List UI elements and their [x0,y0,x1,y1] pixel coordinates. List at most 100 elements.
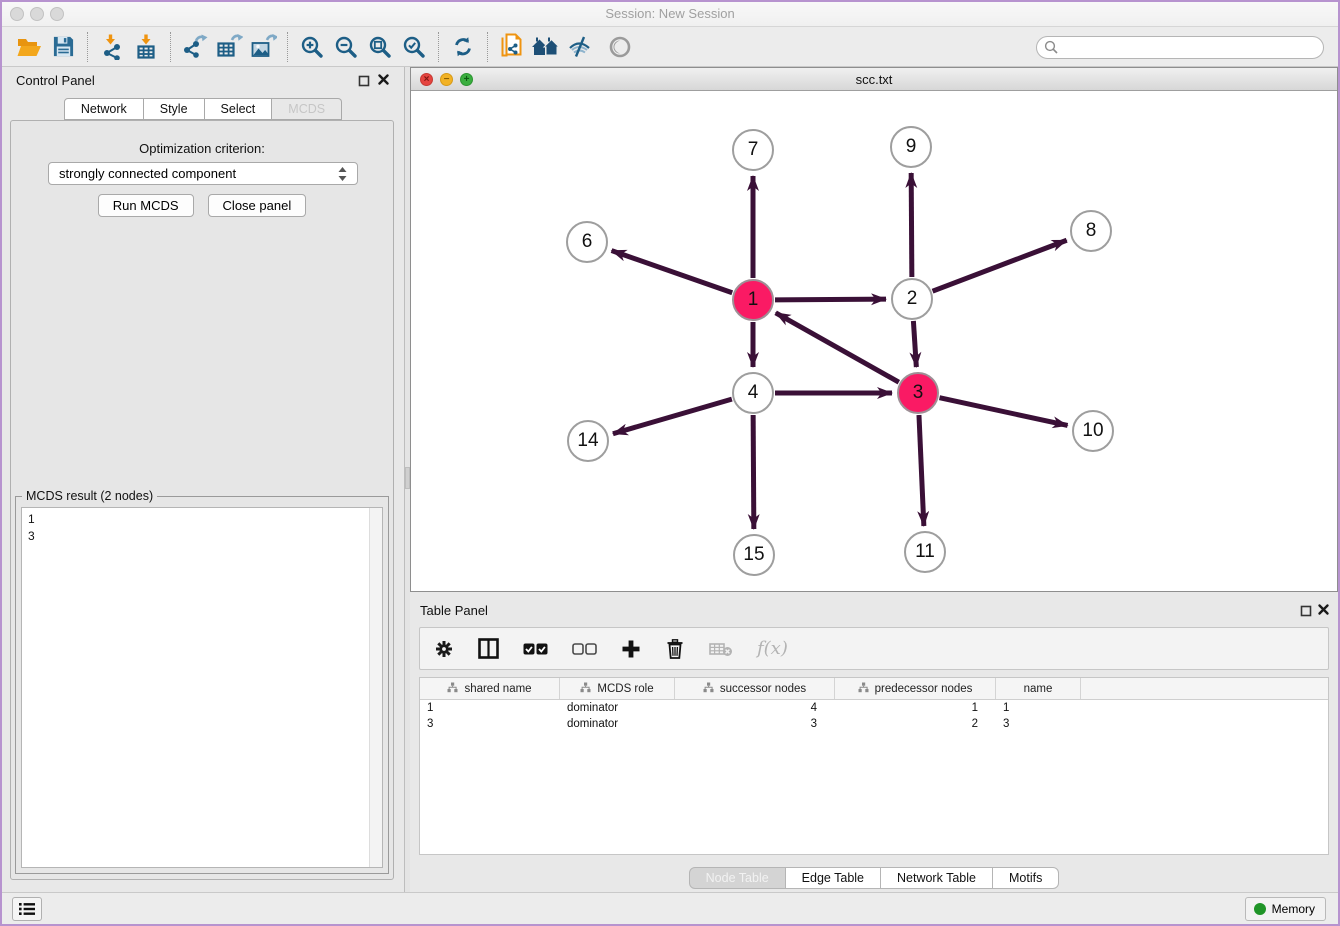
table-options-button[interactable] [434,639,454,659]
table-cell[interactable]: 2 [835,716,996,732]
graph-node-7[interactable]: 7 [732,129,774,171]
import-network-button[interactable] [95,31,129,63]
graph-edge-4-14[interactable] [613,399,732,434]
float-table-panel-icon[interactable] [1300,604,1312,616]
table-cell[interactable]: 3 [675,716,835,732]
import-network-icon [100,34,125,60]
graph-node-11[interactable]: 11 [904,531,946,573]
network-canvas[interactable]: 7 9 6 8 1 2 4 3 14 10 15 11 [411,91,1337,591]
zoom-in-button[interactable] [295,31,329,63]
import-table-button[interactable] [129,31,163,63]
control-tab-select[interactable]: Select [205,98,273,120]
control-panel-header: Control Panel [2,67,404,93]
table-cell[interactable]: 3 [420,716,560,732]
graph-node-1[interactable]: 1 [732,279,774,321]
table-cell[interactable]: 4 [675,700,835,716]
table-tab-node-table[interactable]: Node Table [689,867,786,889]
column-header-shared-name[interactable]: shared name [420,678,560,699]
table-row[interactable]: 3dominator323 [420,716,1328,732]
search-input[interactable] [1036,36,1324,59]
table-tab-motifs[interactable]: Motifs [993,867,1059,889]
search-icon [1044,40,1059,55]
memory-button[interactable]: Memory [1245,897,1326,921]
table-cell[interactable]: 1 [420,700,560,716]
show-columns-button[interactable] [478,638,499,659]
duplicate-network-button[interactable] [495,31,529,63]
zoom-selected-button[interactable] [397,31,431,63]
column-header-predecessor-nodes[interactable]: predecessor nodes [835,678,996,699]
add-row-button[interactable] [621,639,641,659]
table-row[interactable]: 1dominator411 [420,700,1328,716]
control-panel-title: Control Panel [16,73,95,88]
hide-panels-button[interactable] [563,31,597,63]
function-builder-button[interactable]: f(x) [757,638,788,659]
run-mcds-button[interactable]: Run MCDS [98,194,194,217]
open-session-button[interactable] [12,31,46,63]
toolbar-separator [170,32,171,62]
mcds-result-textarea[interactable]: 13 [21,507,383,868]
export-table-button[interactable] [212,31,246,63]
graph-edge-3-10[interactable] [939,398,1067,426]
export-image-button[interactable] [246,31,280,63]
delete-table-button[interactable] [709,641,733,657]
graph-edge-1-2[interactable] [775,299,886,300]
graph-node-15[interactable]: 15 [733,534,775,576]
close-table-panel-icon[interactable] [1317,603,1330,616]
zoom-out-button[interactable] [329,31,363,63]
network-view-window: × − + scc.txt 7968124314101511 [410,67,1338,592]
graph-node-6[interactable]: 6 [566,221,608,263]
graph-node-9[interactable]: 9 [890,126,932,168]
show-panels-button[interactable] [603,31,637,63]
graph-node-3[interactable]: 3 [897,372,939,414]
graph-edge-1-6[interactable] [612,251,733,293]
table-tab-edge-table[interactable]: Edge Table [786,867,881,889]
graph-node-2[interactable]: 2 [891,278,933,320]
graph-node-10[interactable]: 10 [1072,410,1114,452]
refresh-layout-button[interactable] [446,31,480,63]
graph-edge-2-8[interactable] [933,240,1067,291]
unselect-all-button[interactable] [572,643,597,655]
app-title: Session: New Session [2,6,1338,21]
criterion-dropdown[interactable]: strongly connected component [48,162,358,185]
graph-edge-3-11[interactable] [919,415,924,526]
mcds-result-scrollbar[interactable] [369,508,382,867]
mcds-result-title: MCDS result (2 nodes) [22,489,157,503]
graph-node-4[interactable]: 4 [732,372,774,414]
column-header-label: successor nodes [720,683,806,695]
control-panel: Control Panel NetworkStyleSelectMCDS Opt… [2,67,404,892]
table-cell[interactable]: 3 [996,716,1081,732]
memory-status-icon [1254,903,1266,915]
graph-edge-3-1[interactable] [776,313,899,382]
export-image-icon [250,34,277,59]
column-header-mcds-role[interactable]: MCDS role [560,678,675,699]
table-tab-network-table[interactable]: Network Table [881,867,993,889]
table-cell[interactable]: dominator [560,700,675,716]
show-all-networks-button[interactable] [529,31,563,63]
graph-edge-4-15[interactable] [753,415,754,529]
column-type-icon [858,682,869,696]
select-all-button[interactable] [523,643,548,655]
node-table[interactable]: shared nameMCDS role successor nodes prede… [419,677,1329,855]
graph-node-14[interactable]: 14 [567,420,609,462]
table-cell[interactable]: dominator [560,716,675,732]
delete-row-button[interactable] [665,638,685,660]
close-panel-icon[interactable] [377,73,390,86]
column-header-successor-nodes[interactable]: successor nodes [675,678,835,699]
control-tab-network[interactable]: Network [64,98,144,120]
table-cell[interactable]: 1 [996,700,1081,716]
close-panel-button[interactable]: Close panel [208,194,307,217]
column-header-name[interactable]: name [996,678,1081,699]
mcds-result-line: 3 [28,528,35,545]
control-tab-style[interactable]: Style [144,98,205,120]
export-network-button[interactable] [178,31,212,63]
graph-edge-2-9[interactable] [911,173,912,277]
graph-edge-2-3[interactable] [913,321,916,367]
zoom-fit-button[interactable] [363,31,397,63]
task-history-button[interactable] [12,897,42,921]
graph-node-8[interactable]: 8 [1070,210,1112,252]
toolbar-separator [487,32,488,62]
table-cell[interactable]: 1 [835,700,996,716]
control-tab-mcds[interactable]: MCDS [272,98,342,120]
save-session-button[interactable] [46,31,80,63]
float-panel-icon[interactable] [358,74,370,86]
